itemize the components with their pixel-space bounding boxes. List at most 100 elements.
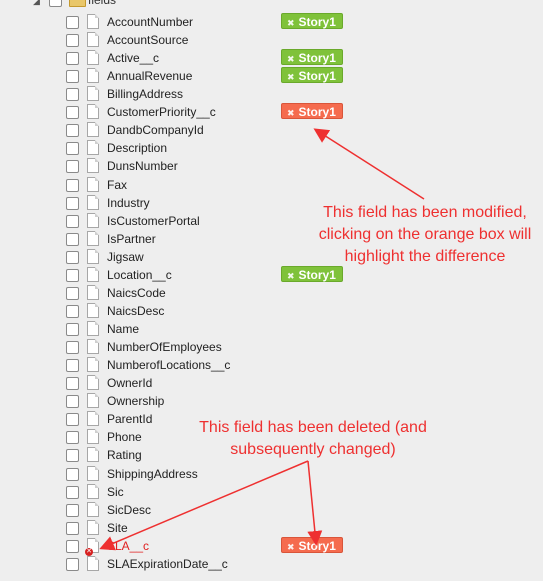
story-badge[interactable]: ✖ Story1 [281, 265, 343, 282]
tree-row[interactable]: Name [0, 320, 543, 338]
field-name[interactable]: Description [107, 141, 167, 155]
tree-folder-row[interactable]: ◢ fields [0, 0, 300, 11]
row-checkbox[interactable] [66, 250, 79, 264]
field-name[interactable]: Location__c [107, 268, 172, 282]
tree-row[interactable]: AnnualRevenue ✖ Story1 [0, 67, 543, 85]
row-checkbox[interactable] [66, 467, 79, 481]
tree-row[interactable]: Description [0, 139, 543, 157]
field-name[interactable]: Active__c [107, 51, 159, 65]
row-checkbox[interactable] [66, 232, 79, 246]
field-name[interactable]: Sic [107, 485, 124, 499]
field-name[interactable]: AccountNumber [107, 15, 193, 29]
field-name[interactable]: Ownership [107, 394, 164, 408]
close-icon[interactable]: ✖ [287, 108, 295, 118]
tree-row[interactable]: AccountNumber ✖ Story1 [0, 13, 543, 31]
tree-row[interactable]: NumberOfEmployees [0, 338, 543, 356]
field-name[interactable]: Phone [107, 430, 142, 444]
field-name[interactable]: CustomerPriority__c [107, 105, 216, 119]
story-badge[interactable]: ✖ Story1 [281, 49, 343, 66]
row-checkbox[interactable] [66, 377, 79, 391]
tree-row[interactable]: SLAExpirationDate__c [0, 555, 543, 573]
row-checkbox[interactable] [66, 539, 79, 553]
story-badge[interactable]: ✖ Story1 [281, 103, 343, 120]
field-name[interactable]: NumberOfEmployees [107, 340, 222, 354]
tree-row[interactable]: Ownership [0, 392, 543, 410]
row-checkbox[interactable] [66, 52, 79, 66]
field-name[interactable]: IsPartner [107, 232, 156, 246]
row-checkbox[interactable] [66, 557, 79, 571]
close-icon[interactable]: ✖ [287, 542, 295, 552]
tree-row[interactable]: NumberofLocations__c [0, 356, 543, 374]
row-checkbox[interactable] [66, 431, 79, 445]
story-badge[interactable]: ✖ Story1 [281, 536, 343, 553]
tree-row[interactable]: SicDesc [0, 501, 543, 519]
field-name[interactable]: Site [107, 521, 128, 535]
row-checkbox[interactable] [66, 286, 79, 300]
tree-row[interactable]: CustomerPriority__c ✖ Story1 [0, 103, 543, 121]
close-icon[interactable]: ✖ [287, 72, 295, 82]
tree-row[interactable]: Fax [0, 176, 543, 194]
tree-row[interactable]: NaicsCode [0, 284, 543, 302]
field-name[interactable]: Rating [107, 448, 142, 462]
tree-row[interactable]: AccountSource [0, 31, 543, 49]
row-checkbox[interactable] [66, 34, 79, 48]
field-name[interactable]: Jigsaw [107, 250, 144, 264]
field-name[interactable]: SicDesc [107, 503, 151, 517]
tree-row[interactable]: Location__c ✖ Story1 [0, 265, 543, 284]
field-name[interactable]: ShippingAddress [107, 467, 198, 481]
row-checkbox[interactable] [66, 359, 79, 373]
row-checkbox[interactable] [66, 160, 79, 174]
row-checkbox[interactable] [66, 268, 79, 282]
tree-row[interactable]: DandbCompanyId [0, 121, 543, 139]
field-name[interactable]: Industry [107, 196, 150, 210]
field-name[interactable]: NaicsCode [107, 286, 166, 300]
close-icon[interactable]: ✖ [287, 18, 295, 28]
tree-row[interactable]: OwnerId [0, 374, 543, 392]
field-name[interactable]: Fax [107, 178, 127, 192]
row-checkbox[interactable] [66, 521, 79, 535]
close-icon[interactable]: ✖ [287, 271, 295, 281]
row-checkbox[interactable] [66, 106, 79, 120]
tree-row[interactable]: NaicsDesc [0, 302, 543, 320]
field-name[interactable]: AccountSource [107, 33, 188, 47]
field-name[interactable]: ParentId [107, 412, 152, 426]
tree-row[interactable]: BillingAddress [0, 85, 543, 103]
tree-row[interactable]: DunsNumber [0, 157, 543, 175]
field-name[interactable]: AnnualRevenue [107, 69, 192, 83]
field-name[interactable]: SLAExpirationDate__c [107, 557, 228, 571]
row-checkbox[interactable] [66, 395, 79, 409]
field-name[interactable]: OwnerId [107, 376, 152, 390]
field-name[interactable]: DandbCompanyId [107, 123, 204, 137]
row-checkbox[interactable] [66, 341, 79, 355]
field-name[interactable]: IsCustomerPortal [107, 214, 200, 228]
row-checkbox[interactable] [66, 304, 79, 318]
expand-arrow-icon[interactable]: ◢ [33, 0, 40, 6]
row-checkbox[interactable] [66, 196, 79, 210]
row-checkbox[interactable] [66, 178, 79, 192]
story-badge[interactable]: ✖ Story1 [281, 67, 343, 84]
field-name[interactable]: NaicsDesc [107, 304, 164, 318]
row-checkbox[interactable] [66, 142, 79, 156]
row-checkbox[interactable] [66, 449, 79, 463]
row-checkbox[interactable] [66, 124, 79, 138]
close-icon[interactable]: ✖ [287, 54, 295, 64]
row-checkbox[interactable] [66, 88, 79, 102]
row-checkbox[interactable] [66, 413, 79, 427]
tree-row[interactable]: Active__c ✖ Story1 [0, 49, 543, 67]
row-checkbox[interactable] [66, 70, 79, 84]
field-name[interactable]: NumberofLocations__c [107, 358, 230, 372]
tree-row[interactable]: Site [0, 519, 543, 537]
story-badge[interactable]: ✖ Story1 [281, 13, 343, 29]
field-name[interactable]: SLA__c [107, 539, 149, 553]
row-checkbox[interactable] [66, 503, 79, 517]
tree-row[interactable]: ✕ SLA__c ✖ Story1 [0, 536, 543, 556]
field-name[interactable]: DunsNumber [107, 159, 178, 173]
folder-checkbox[interactable] [49, 0, 62, 7]
row-checkbox[interactable] [66, 214, 79, 228]
row-checkbox[interactable] [66, 16, 79, 29]
tree-row[interactable]: ShippingAddress [0, 465, 543, 483]
field-name[interactable]: Name [107, 322, 139, 336]
field-name[interactable]: BillingAddress [107, 87, 183, 101]
row-checkbox[interactable] [66, 485, 79, 499]
row-checkbox[interactable] [66, 323, 79, 337]
